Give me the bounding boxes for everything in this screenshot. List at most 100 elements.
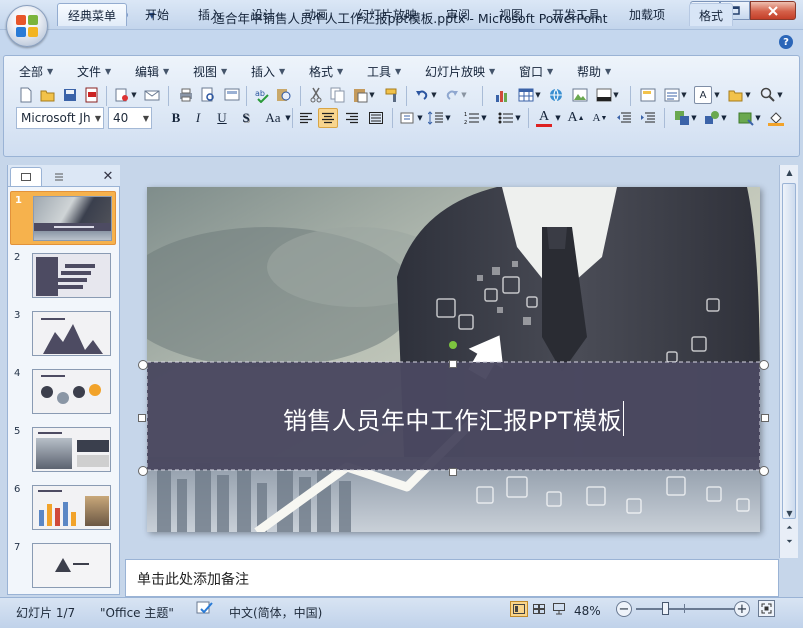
tab-classic-menu[interactable]: 经典菜单 (57, 3, 127, 26)
outline-tab[interactable] (43, 167, 75, 186)
print-icon[interactable] (176, 85, 196, 105)
change-case-button[interactable]: Aa (260, 108, 286, 128)
shapes-dropdown-icon[interactable]: ▼ (720, 108, 728, 128)
spelling-icon[interactable]: ab (252, 85, 272, 105)
grow-font-button[interactable]: A ▲ (566, 108, 586, 128)
change-case-dropdown-icon[interactable]: ▼ (284, 108, 292, 128)
help-icon[interactable]: ? (779, 35, 793, 49)
text-direction-icon[interactable] (398, 108, 418, 128)
tab-slideshow[interactable]: 幻灯片放映 (348, 3, 426, 26)
open-folder-icon[interactable] (38, 85, 58, 105)
shadow-button[interactable]: S (236, 108, 256, 128)
folder-icon[interactable] (726, 85, 746, 105)
justify-icon[interactable] (366, 108, 386, 128)
folder-dropdown-icon[interactable]: ▼ (744, 85, 752, 105)
fill-color-icon[interactable] (594, 85, 614, 105)
bold-button[interactable]: B (166, 108, 186, 128)
tab-home[interactable]: 开始 (136, 3, 178, 26)
tab-animation[interactable]: 动画 (295, 3, 337, 26)
line-spacing-icon[interactable] (426, 108, 446, 128)
menu-slideshow[interactable]: 幻灯片放映 ▼ (425, 63, 495, 79)
vertical-scrollbar[interactable]: ▲ ▼ ⏶ ⏷ (779, 165, 798, 558)
slide-thumbnail-2[interactable]: 2 (10, 249, 116, 303)
slide-title-box[interactable]: 销售人员年中工作汇报PPT模板 (147, 364, 760, 472)
numbering-icon[interactable]: 12 (462, 108, 482, 128)
arrange-icon[interactable] (672, 108, 692, 128)
paste-icon[interactable] (350, 85, 370, 105)
font-color-dropdown-icon[interactable]: ▼ (554, 108, 562, 128)
bullets-dropdown-icon[interactable]: ▼ (514, 108, 522, 128)
zoom-out-icon[interactable]: − (616, 601, 632, 617)
menu-insert[interactable]: 插入 ▼ (251, 63, 285, 79)
zoom-slider-thumb[interactable] (662, 602, 670, 615)
scroll-thumb[interactable] (782, 183, 796, 519)
tab-review[interactable]: 审阅 (437, 3, 479, 26)
close-pane-icon[interactable]: ✕ (100, 167, 116, 186)
text-box-icon[interactable]: A (694, 86, 712, 104)
find-icon[interactable] (758, 85, 778, 105)
numbering-dropdown-icon[interactable]: ▼ (480, 108, 488, 128)
fit-to-window-icon[interactable] (758, 600, 775, 617)
tab-design[interactable]: 设计 (242, 3, 284, 26)
insert-picture-icon[interactable] (570, 85, 590, 105)
permission-icon[interactable] (112, 85, 132, 105)
slides-tab[interactable] (10, 167, 42, 186)
format-painter-icon[interactable] (382, 85, 402, 105)
tab-developer[interactable]: 开发工具 (543, 3, 609, 26)
menu-window[interactable]: 窗口 ▼ (519, 63, 553, 79)
shapes-icon[interactable] (702, 108, 722, 128)
align-right-icon[interactable] (342, 108, 362, 128)
notes-placeholder[interactable]: 单击此处添加备注 (137, 569, 249, 589)
undo-dropdown-icon[interactable]: ▼ (430, 85, 438, 105)
font-name-combo[interactable]: Microsoft Jh ▼ (16, 107, 104, 129)
cut-icon[interactable] (306, 85, 326, 105)
tab-view[interactable]: 视图 (490, 3, 532, 26)
bullets-icon[interactable] (496, 108, 516, 128)
slide-thumbnail-5[interactable]: 5 (10, 423, 116, 477)
slide-title[interactable]: 销售人员年中工作汇报PPT模板 (283, 400, 625, 436)
align-left-icon[interactable] (296, 108, 316, 128)
slide-canvas[interactable] (147, 187, 760, 532)
slide-sorter-icon[interactable] (530, 601, 548, 617)
font-size-combo[interactable]: 40 ▼ (108, 107, 152, 129)
quick-styles-dropdown-icon[interactable]: ▼ (754, 108, 762, 128)
print-preview-icon[interactable] (198, 85, 218, 105)
zoom-level[interactable]: 48% (574, 604, 601, 618)
scroll-down-icon[interactable]: ▼ (783, 509, 796, 522)
table-icon[interactable] (516, 85, 536, 105)
increase-indent-icon[interactable] (638, 108, 658, 128)
fill-color-dropdown-icon[interactable]: ▼ (612, 85, 620, 105)
menu-help[interactable]: 帮助 ▼ (577, 63, 611, 79)
line-spacing-dropdown-icon[interactable]: ▼ (444, 108, 452, 128)
table-dropdown-icon[interactable]: ▼ (534, 85, 542, 105)
office-button[interactable] (6, 5, 48, 47)
slideshow-view-icon[interactable] (550, 601, 568, 617)
redo-dropdown-icon[interactable]: ▼ (460, 85, 468, 105)
menu-file[interactable]: 文件 ▼ (77, 63, 111, 79)
menu-tools[interactable]: 工具 ▼ (367, 63, 401, 79)
research-icon[interactable] (274, 85, 294, 105)
shape-fill-icon[interactable] (766, 108, 786, 128)
normal-view-icon[interactable] (510, 601, 528, 617)
permission-dropdown-icon[interactable]: ▼ (130, 85, 138, 105)
save-icon[interactable] (60, 85, 80, 105)
menu-view[interactable]: 视图 ▼ (193, 63, 227, 79)
slide-thumbnail-6[interactable]: 6 (10, 481, 116, 535)
slide-thumbnail-1[interactable]: 1 (10, 191, 116, 245)
chart-icon[interactable] (492, 85, 512, 105)
email-icon[interactable] (142, 85, 162, 105)
menu-edit[interactable]: 编辑 ▼ (135, 63, 169, 79)
quick-styles-icon[interactable] (736, 108, 756, 128)
language-indicator[interactable]: 中文(简体，中国) (229, 604, 322, 621)
next-slide-icon[interactable]: ⏷ (783, 537, 796, 550)
redo-icon[interactable] (442, 85, 462, 105)
slide-thumbnail-4[interactable]: 4 (10, 365, 116, 419)
text-direction-dropdown-icon[interactable]: ▼ (416, 108, 424, 128)
undo-icon[interactable] (412, 85, 432, 105)
slide-thumbnail-7[interactable]: 7 (10, 539, 116, 593)
tab-addins[interactable]: 加载项 (620, 3, 674, 26)
layout-icon[interactable] (662, 85, 682, 105)
italic-button[interactable]: I (188, 108, 208, 128)
underline-button[interactable]: U (212, 108, 232, 128)
decrease-indent-icon[interactable] (614, 108, 634, 128)
